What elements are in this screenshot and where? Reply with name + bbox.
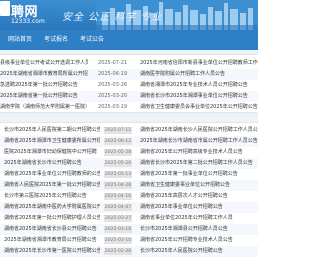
notice-title[interactable]: 医院2025年湘潭市妇幼保健院中公开招聘 bbox=[4, 147, 100, 158]
notice-title-right[interactable]: 湖南省2025年高层次人才公开招聘公告 bbox=[140, 191, 258, 202]
nav-item-exam-notice[interactable]: 考试公告 bbox=[80, 30, 104, 50]
date-badge: 2025-05-13 bbox=[104, 171, 132, 178]
date-badge: 2025-05-20 bbox=[104, 160, 132, 167]
notice-title-right[interactable]: 湖南省长沙市2025年第二批公开招聘工作人员公告 bbox=[140, 158, 258, 169]
list-item[interactable]: 医院2025年湘潭市妇幼保健院中公开招聘 2025-05-28 湖南省2025年… bbox=[0, 147, 258, 158]
list-item[interactable]: 长沙市第三医院2025年公开招聘公告 2025-04-16 湖南省2025年高层… bbox=[0, 191, 258, 202]
list-item[interactable]: 2025年湖南省第一批公开招聘公告 2025-03-20 湖南省长沙市2025年… bbox=[0, 91, 258, 102]
site-url: 12333.com bbox=[11, 18, 45, 25]
notice-title-right[interactable]: 湖南省2025年事业单位公开招聘公告 bbox=[140, 202, 258, 213]
list-item[interactable]: 湖南省2025年湖南中医药大学附属医院公开招聘 2025-04-07 湖南省20… bbox=[0, 202, 258, 213]
notice-title-right[interactable]: 湖南省湘潭市2025年专业技术人员公开招聘公告 bbox=[140, 80, 258, 91]
notice-title-right[interactable]: 长沙市2025年湘潭县公开招聘人员公告 bbox=[140, 224, 258, 235]
list-item[interactable]: 急选聘2025年第一批公开招聘公告 2025-03-26 湖南省湘潭市2025年… bbox=[0, 80, 258, 91]
notice-title[interactable]: 湖南省2025年湘潭市卫生健康委所属公开招聘公告 bbox=[4, 136, 100, 147]
notice-title[interactable]: 2025年湖南省湘潭市教育局所属公开招聘事业单位 bbox=[0, 69, 88, 80]
date-badge: 2025-07-11 bbox=[104, 127, 132, 134]
nav-item-home[interactable]: 网站首页 bbox=[8, 30, 32, 50]
notice-title-right[interactable]: 湖南省2025年第一批事业单位公开招聘公告 bbox=[140, 169, 258, 180]
notice-title[interactable]: 湖南省2025年长沙市第一医院公开招聘公告 bbox=[4, 246, 100, 257]
notice-title[interactable]: 长沙市第三医院2025年公开招聘公告 bbox=[4, 191, 100, 202]
notice-title-right[interactable]: 湖南医学院附属公开招聘工作人员公告 bbox=[140, 69, 258, 80]
notice-title[interactable]: 2025年湖南省湘潭市教育局公开招聘公告 bbox=[4, 235, 100, 246]
site-slogan: 安全 公正 科学 专业 bbox=[62, 12, 163, 23]
notice-title-right[interactable]: 湖南省长沙市2025年湘潭事业单位公开招聘公告 bbox=[140, 91, 258, 102]
nav-item-exam-signup[interactable]: 考试报名 bbox=[44, 30, 68, 50]
list-item[interactable]: 湖南省2025年长沙市第一医院公开招聘公告 2025-02-28 长沙市2025… bbox=[0, 246, 258, 257]
notice-title[interactable]: 湖南省2025年第一批公开招聘护理人员公告 bbox=[4, 213, 100, 224]
notice-title-right[interactable]: 湖南省2025年公开招聘高级专业技术人员公告 bbox=[140, 147, 258, 158]
date-badge: 2025-03-27 bbox=[104, 215, 132, 222]
list-item[interactable]: 2025年湖南省长沙市公开招聘公告 2025-05-20 湖南省长沙市2025年… bbox=[0, 158, 258, 169]
notice-title-right[interactable]: 湖南省事业单位2025年公开招聘工作人员 bbox=[140, 213, 258, 224]
notice-date: 2025-03-26 bbox=[98, 82, 128, 88]
notice-title-right[interactable]: 2025年河南省信阳市新县事业单位公开招聘教师工作人员公告 bbox=[140, 58, 258, 69]
date-badge: 2025-05-28 bbox=[104, 149, 132, 156]
date-badge: 2025-04-16 bbox=[104, 193, 132, 200]
notice-date: 2025-07-21 bbox=[98, 60, 128, 66]
notice-title[interactable]: 湖南省2025年事业单位公开招聘教师的公告 bbox=[4, 169, 100, 180]
notice-title[interactable]: 2025年湖南省长沙市公开招聘公告 bbox=[4, 158, 100, 169]
date-badge: 2025-06-12 bbox=[104, 138, 132, 145]
notice-title-right[interactable]: 长沙市2025年人民医院公开招聘公告 bbox=[140, 246, 258, 257]
notice-date: 2025-06-19 bbox=[98, 71, 128, 77]
notice-title-right[interactable]: 湖南省2025年湖南长沙人民医院公开招聘工作人员公告 bbox=[140, 125, 258, 136]
date-badge: 2025-03-10 bbox=[104, 237, 132, 244]
notice-title[interactable]: 长沙市2025年人民医院第二期公开招聘公告（第四批） bbox=[4, 125, 100, 136]
list-item[interactable]: 长沙市2025年人民医院第二期公开招聘公告（第四批） 2025-07-11 湖南… bbox=[0, 125, 258, 136]
notice-title-right[interactable]: 湖南省卫生健康委事业单位公开招聘公告 bbox=[140, 180, 258, 191]
notice-title[interactable]: 湖南省2025年湖南省长沙县公开招聘公告 bbox=[4, 224, 100, 235]
notice-title[interactable]: 湖南省人民医院2025年第一批公开招聘公告 bbox=[4, 180, 100, 191]
notice-title-right[interactable]: 2025年湖南长沙市湖南省市属公开招聘工作人员公告 bbox=[140, 136, 258, 147]
date-badge: 2025-04-28 bbox=[104, 182, 132, 189]
notice-title[interactable]: 2025年湖南省第一批公开招聘公告 bbox=[0, 91, 88, 102]
notice-title-right[interactable]: 湖南省2025年公开招聘专业技术人员公告 bbox=[140, 235, 258, 246]
list-item[interactable]: 湖南省2025年湖南省长沙县公开招聘公告 2025-03-18 长沙市2025年… bbox=[0, 224, 258, 235]
main-notice-list: 长沙市2025年人民医院第二期公开招聘公告（第四批） 2025-07-11 湖南… bbox=[0, 122, 258, 263]
notice-title[interactable]: 湖南省2025年湖南中医药大学附属医院公开招聘 bbox=[4, 202, 100, 213]
notice-title[interactable]: 县级事业单位公开考试公开选调工作人员公告 bbox=[0, 58, 88, 69]
list-item[interactable]: 2025年湖南省湘潭市教育局公开招聘公告 2025-03-10 湖南省2025年… bbox=[0, 235, 258, 246]
list-item[interactable]: 2025年湖南省湘潭市教育局所属公开招聘事业单位 2025-06-19 湖南医学… bbox=[0, 69, 258, 80]
notice-date: 2025-03-20 bbox=[98, 93, 128, 99]
date-badge: 2025-02-28 bbox=[104, 248, 132, 255]
notice-title[interactable]: 急选聘2025年第一批公开招聘公告 bbox=[0, 80, 88, 91]
date-badge: 2025-04-07 bbox=[104, 204, 132, 211]
list-item[interactable]: 湖南省2025年湘潭市卫生健康委所属公开招聘公告 2025-06-12 2025… bbox=[0, 136, 258, 147]
main-nav: 网站首页 考试报名 考试公告 bbox=[0, 30, 258, 50]
list-item[interactable]: 湖南省2025年事业单位公开招聘教师的公告 2025-05-13 湖南省2025… bbox=[0, 169, 258, 180]
date-badge: 2025-03-18 bbox=[104, 226, 132, 233]
list-item[interactable]: 县级事业单位公开考试公开选调工作人员公告 2025-07-21 2025年河南省… bbox=[0, 58, 258, 69]
header-banner: 聘网 12333.com 安全 公正 科学 专业 bbox=[0, 0, 258, 30]
list-item[interactable]: 湖南省人民医院2025年第一批公开招聘公告 2025-04-28 湖南省卫生健康… bbox=[0, 180, 258, 191]
list-item[interactable]: 湖南省2025年第一批公开招聘护理人员公告 2025-03-27 湖南省事业单位… bbox=[0, 213, 258, 224]
top-notice-list: 县级事业单位公开考试公开选调工作人员公告 2025-07-21 2025年河南省… bbox=[0, 54, 258, 113]
logo-icon[interactable] bbox=[0, 1, 10, 16]
